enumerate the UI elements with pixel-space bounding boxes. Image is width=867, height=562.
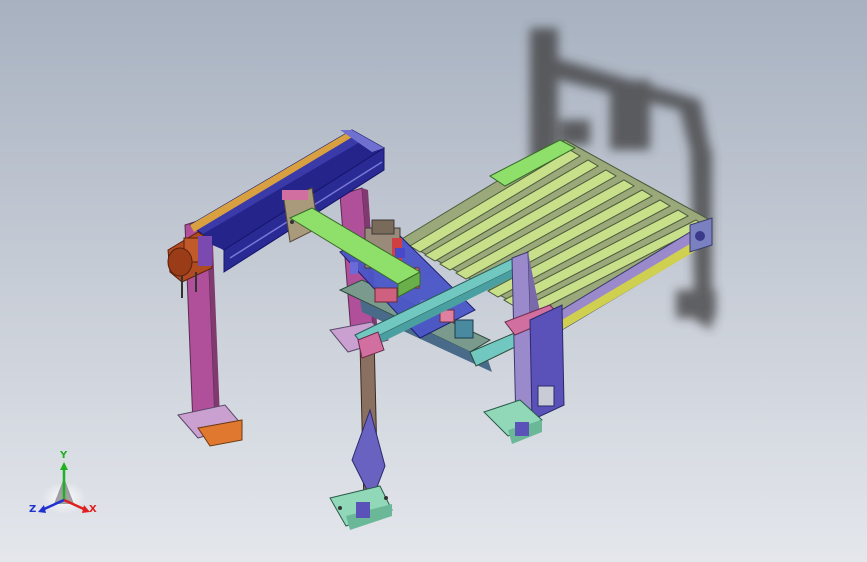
cad-viewport[interactable]: Y X Z (0, 0, 867, 562)
front-support-post (329, 335, 393, 530)
coordinate-triad (38, 462, 90, 514)
triad-x-label: X (89, 504, 97, 515)
triad-z-label: Z (29, 504, 37, 515)
model-canvas[interactable] (0, 0, 867, 562)
triad-y-label: Y (60, 450, 68, 461)
